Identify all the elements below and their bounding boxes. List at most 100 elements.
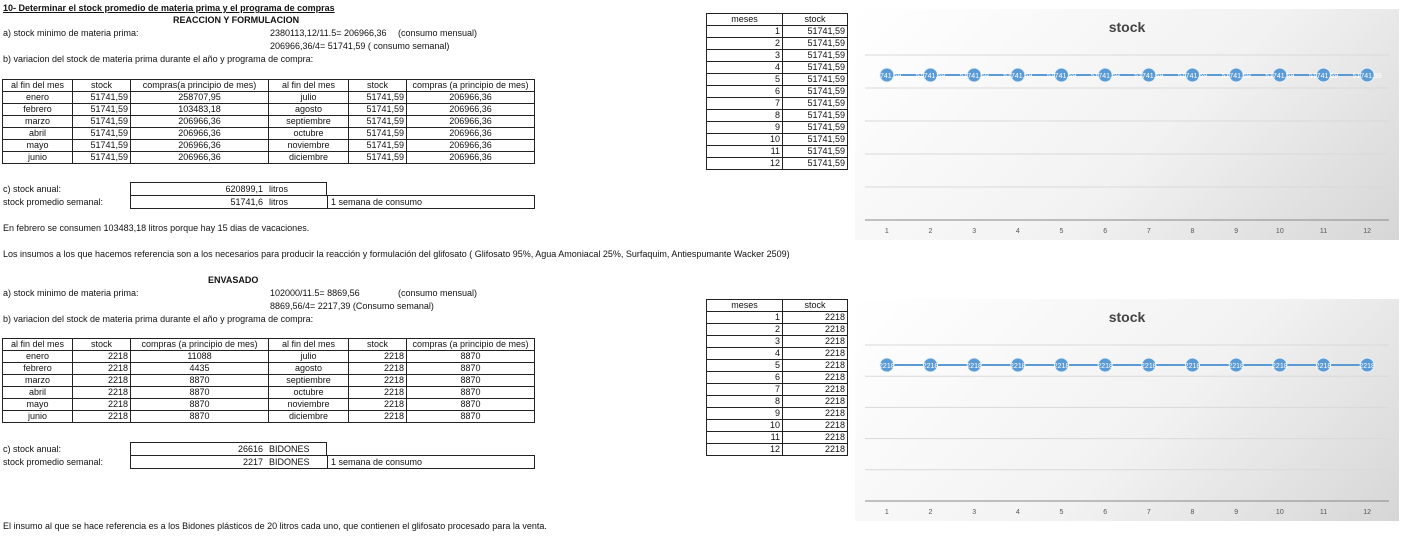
cell: 206966,36 [406, 103, 535, 116]
prom-value: 2217 [242, 457, 263, 467]
data-label: 2218 [1316, 363, 1332, 370]
cell: 2218 [348, 362, 407, 375]
cell: marzo [2, 115, 73, 128]
cell: 2218 [782, 419, 848, 432]
cell: 12 [706, 157, 783, 170]
cell: 206966,36 [406, 151, 535, 164]
cell: 2218 [782, 311, 848, 324]
c-unit: litros [269, 184, 289, 194]
data-label: 2218 [879, 363, 895, 370]
cell: 8870 [406, 398, 535, 411]
side-row: 3 2218 [706, 335, 848, 348]
data-label: 2218 [1141, 363, 1157, 370]
cell: octubre [268, 127, 349, 140]
prom-label: stock promedio semanal: [3, 457, 104, 467]
c-unit: BIDONES [269, 444, 310, 454]
table-row: marzo 2218 8870 septiembre 2218 8870 [2, 374, 535, 387]
cell: 2218 [348, 410, 407, 423]
x-tick-label: 12 [1363, 228, 1371, 235]
c-value: 620899,1 [225, 184, 263, 194]
data-label: 51741,59 [960, 73, 989, 80]
cell: 8870 [130, 386, 269, 399]
cell: 206966,36 [406, 127, 535, 140]
cell: 2218 [782, 383, 848, 396]
cell: 206966,36 [130, 127, 269, 140]
cell: 51741,59 [348, 139, 407, 152]
x-tick-label: 10 [1276, 509, 1284, 516]
cell: 12 [706, 443, 783, 456]
table-row: marzo 51741,59 206966,36 septiembre 51741,59… [2, 115, 535, 128]
header-cell: stock [782, 13, 848, 26]
x-tick-label: 8 [1191, 228, 1195, 235]
data-label: 2218 [1228, 363, 1244, 370]
header-cell: al fin del mes [2, 338, 73, 351]
data-label: 2218 [966, 363, 982, 370]
cell: abril [2, 127, 73, 140]
x-tick-label: 4 [1016, 509, 1020, 516]
cell: 8870 [130, 410, 269, 423]
prom-unit: litros [269, 197, 289, 207]
cell: 2218 [782, 395, 848, 408]
cell: 51741,59 [782, 25, 848, 38]
c-box: 620899,1 litros [130, 182, 327, 196]
data-label: 2218 [1272, 363, 1288, 370]
cell: 51741,59 [348, 91, 407, 104]
c-value: 26616 [237, 444, 263, 454]
cell: 7 [706, 97, 783, 110]
x-tick-label: 1 [885, 509, 889, 516]
cell: 2218 [782, 407, 848, 420]
cell: 9 [706, 121, 783, 134]
data-label: 51741,59 [1134, 73, 1163, 80]
data-label: 2218 [1185, 363, 1201, 370]
purchase-table: al fin del mes stock compras(a principio… [2, 79, 535, 164]
stock-chart: stock 51741,59 1 51741,59 2 51741,59 3 51741,5… [855, 9, 1399, 240]
table-row: enero 51741,59 258707,95 julio 51741,59 20696… [2, 91, 535, 104]
header-cell: stock [72, 79, 131, 92]
data-label: 51741,59 [1309, 73, 1338, 80]
cell: 6 [706, 85, 783, 98]
cell: enero [2, 91, 73, 104]
header-cell: compras (a principio de mes) [406, 338, 535, 351]
cell: 1 [706, 25, 783, 38]
cell: julio [268, 91, 349, 104]
cell: diciembre [268, 410, 349, 423]
table-row: junio 51741,59 206966,36 diciembre 51741,59 2… [2, 151, 535, 164]
cell: 2218 [782, 323, 848, 336]
side-row: 9 2218 [706, 407, 848, 420]
cell: 8870 [406, 386, 535, 399]
prom-unit: BIDONES [269, 457, 310, 467]
cell: 206966,36 [406, 115, 535, 128]
data-label: 51741,59 [1091, 73, 1120, 80]
side-row: 10 51741,59 [706, 133, 848, 146]
cell: 51741,59 [782, 157, 848, 170]
a-calc2: 206966,36/4= 51741,59 ( consumo semanal) [270, 41, 450, 51]
cell: 51741,59 [348, 115, 407, 128]
cell: 2 [706, 37, 783, 50]
x-tick-label: 7 [1147, 228, 1151, 235]
cell: 8 [706, 109, 783, 122]
side-row: 8 51741,59 [706, 109, 848, 122]
side-row: 11 2218 [706, 431, 848, 444]
cell: 4435 [130, 362, 269, 375]
cell: 206966,36 [406, 139, 535, 152]
x-tick-label: 3 [972, 228, 976, 235]
data-label: 2218 [1359, 363, 1375, 370]
sheet-heading: 10- Determinar el stock promedio de mate… [3, 3, 335, 13]
cell: 11 [706, 145, 783, 158]
cell: 8870 [406, 410, 535, 423]
side-row: 2 51741,59 [706, 37, 848, 50]
cell: 51741,59 [782, 109, 848, 122]
cell: 8870 [130, 374, 269, 387]
cell: junio [2, 410, 73, 423]
cell: 2218 [348, 350, 407, 363]
side-row: 8 2218 [706, 395, 848, 408]
x-tick-label: 11 [1320, 228, 1327, 235]
cell: 8870 [130, 398, 269, 411]
table-header-row: al fin del mes stock compras(a principio… [2, 79, 535, 92]
chart-plot: 51741,59 1 51741,59 2 51741,59 3 51741,59 4 5174… [865, 54, 1389, 235]
header-cell: al fin del mes [268, 79, 349, 92]
cell: 206966,36 [130, 115, 269, 128]
side-row: 6 51741,59 [706, 85, 848, 98]
cell: 51741,59 [72, 151, 131, 164]
cell: 51741,59 [348, 127, 407, 140]
